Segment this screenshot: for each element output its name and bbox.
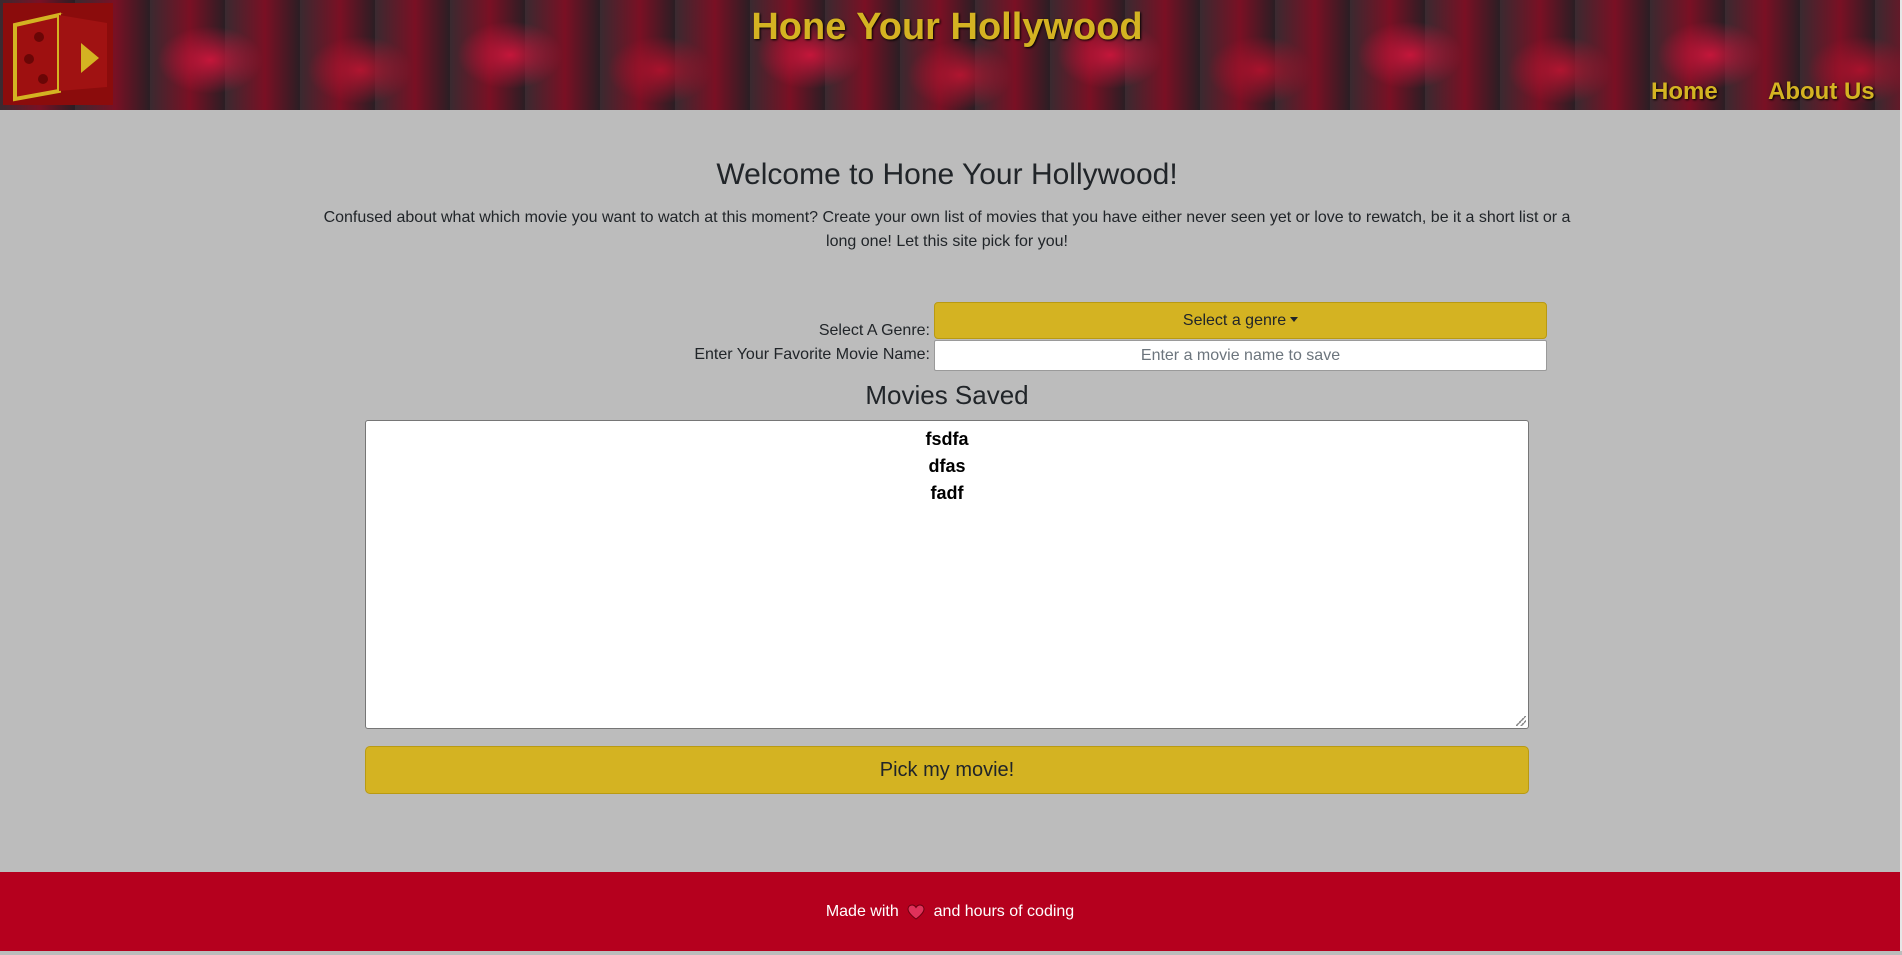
movie-name-input[interactable] (934, 340, 1547, 371)
saved-movie-item: dfas (928, 456, 966, 476)
footer-text-after: and hours of coding (933, 903, 1075, 920)
genre-label: Select A Genre: (818, 322, 930, 339)
movies-saved-heading: Movies Saved (865, 380, 1029, 410)
resize-grip-icon[interactable] (1516, 716, 1526, 726)
nav-home-link[interactable]: Home (1651, 78, 1718, 106)
intro-text: Confused about what which movie you want… (323, 209, 1571, 250)
saved-movie-item: fadf (930, 483, 964, 503)
welcome-heading: Welcome to Hone Your Hollywood! (716, 158, 1178, 191)
genre-dropdown-button[interactable]: Select a genre (934, 302, 1547, 339)
pick-my-movie-button[interactable]: Pick my movie! (365, 746, 1529, 794)
site-title: Hone Your Hollywood (751, 6, 1143, 48)
movie-name-label: Enter Your Favorite Movie Name: (694, 346, 930, 363)
saved-movie-item: fsdfa (925, 429, 969, 449)
footer-text-before: Made with (825, 903, 899, 920)
caret-down-icon (1290, 316, 1299, 322)
site-header: Hone Your Hollywood Home About Us (0, 0, 1900, 110)
heart-icon (907, 876, 925, 955)
genre-dropdown-label: Select a genre (1182, 311, 1287, 329)
site-footer: Made with and hours of coding (0, 872, 1900, 951)
saved-movies-textarea[interactable]: fsdfa dfas fadf (365, 420, 1529, 729)
nav-about-us-link[interactable]: About Us (1768, 78, 1875, 106)
